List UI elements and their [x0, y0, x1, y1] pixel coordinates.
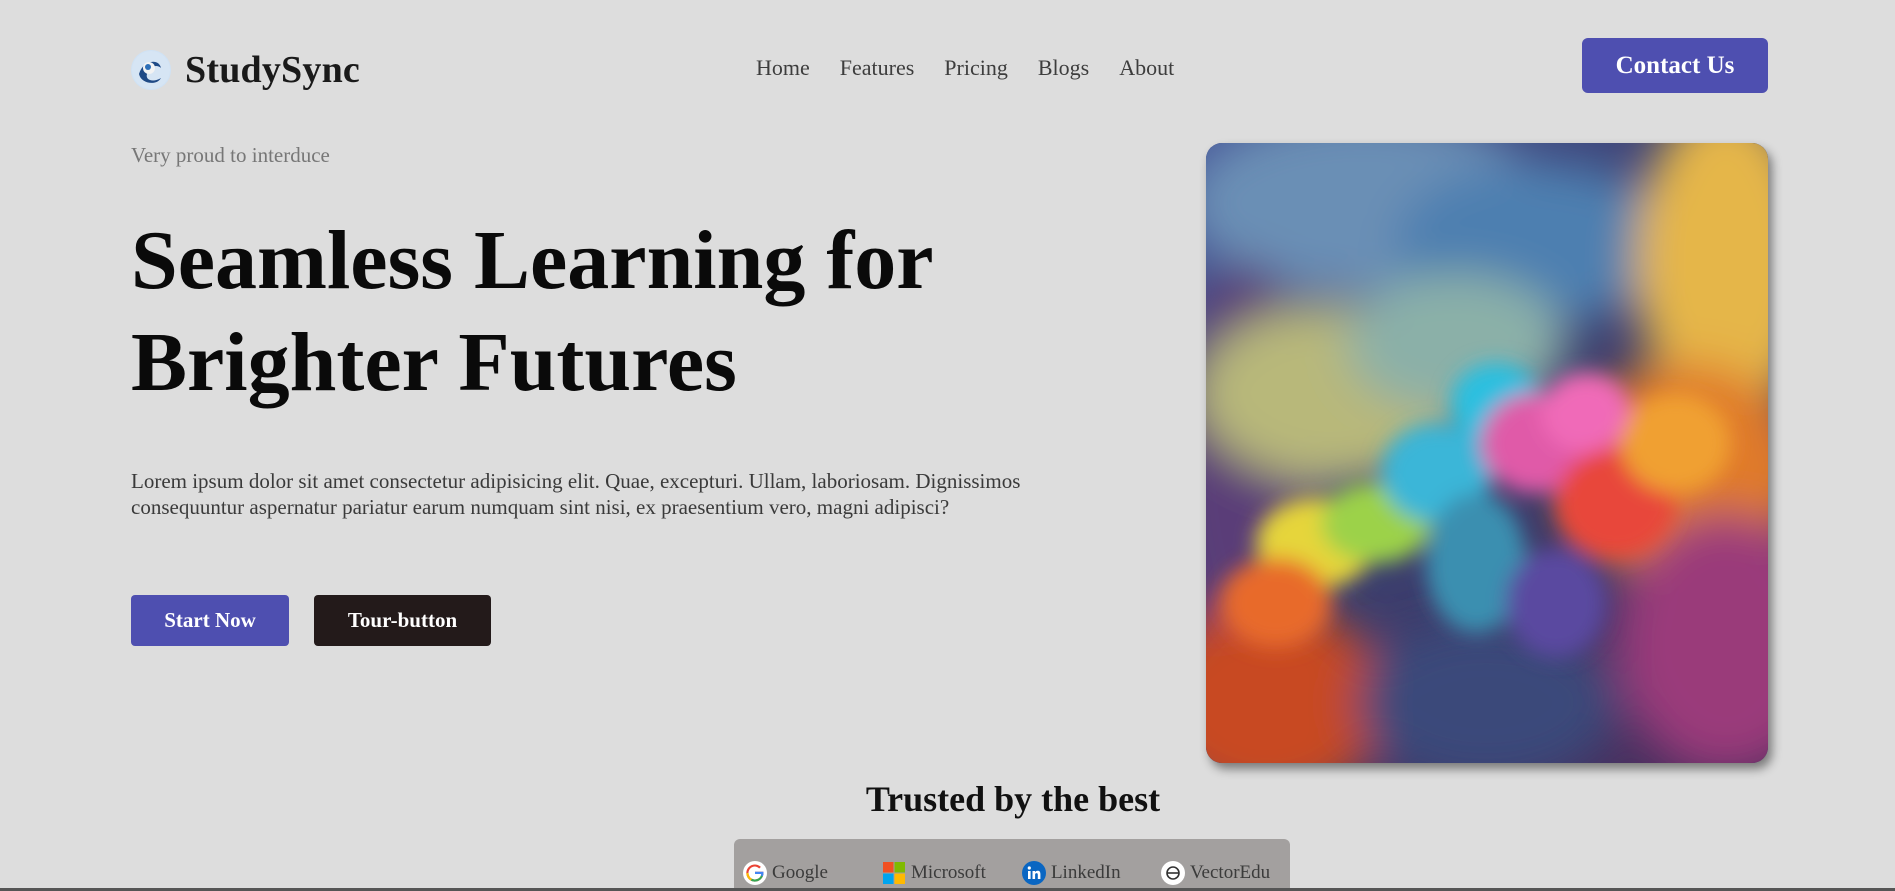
- partner-vectoredu-label: VectorEdu: [1189, 861, 1271, 883]
- partner-logos-bar: Google Microsoft LinkedIn VectorEdu: [734, 839, 1290, 891]
- start-now-button[interactable]: Start Now: [131, 595, 289, 646]
- partner-linkedin-label: LinkedIn: [1050, 861, 1121, 883]
- brand-link[interactable]: StudySync: [131, 48, 360, 92]
- partner-vectoredu[interactable]: VectorEdu: [1160, 860, 1290, 885]
- hero-eyebrow: Very proud to interduce: [131, 143, 330, 167]
- nav-item-pricing[interactable]: Pricing: [944, 55, 1008, 81]
- partner-linkedin[interactable]: LinkedIn: [1021, 860, 1161, 885]
- brand-name: StudySync: [185, 49, 360, 91]
- hero-headline-line-1: Seamless Learning for: [131, 214, 934, 307]
- microsoft-icon: [882, 861, 906, 885]
- contact-us-button[interactable]: Contact Us: [1582, 38, 1768, 93]
- linkedin-icon: [1021, 860, 1046, 885]
- hero-description: Lorem ipsum dolor sit amet consectetur a…: [131, 469, 1021, 519]
- tour-button[interactable]: Tour-button: [314, 595, 491, 646]
- partner-microsoft-label: Microsoft: [910, 861, 986, 883]
- vectoredu-icon: [1160, 860, 1185, 885]
- nav-item-blogs[interactable]: Blogs: [1038, 55, 1089, 81]
- partner-google-label: Google: [772, 861, 828, 883]
- main-nav: Home Features Pricing Blogs About: [756, 55, 1174, 81]
- landing-page: StudySync Home Features Pricing Blogs Ab…: [0, 0, 1895, 891]
- nav-item-home[interactable]: Home: [756, 55, 810, 81]
- trusted-title: Trusted by the best: [865, 779, 1161, 819]
- hero-image: [1206, 143, 1768, 763]
- hero-headline: Seamless Learning for Brighter Futures: [131, 210, 1051, 414]
- nav-item-about[interactable]: About: [1119, 55, 1174, 81]
- partner-microsoft[interactable]: Microsoft: [882, 861, 1022, 885]
- nav-item-features[interactable]: Features: [840, 55, 915, 81]
- google-icon: [743, 860, 767, 885]
- brand-logo-icon: [131, 50, 171, 90]
- hero-headline-line-2: Brighter Futures: [131, 316, 737, 409]
- partner-google[interactable]: Google: [743, 860, 882, 885]
